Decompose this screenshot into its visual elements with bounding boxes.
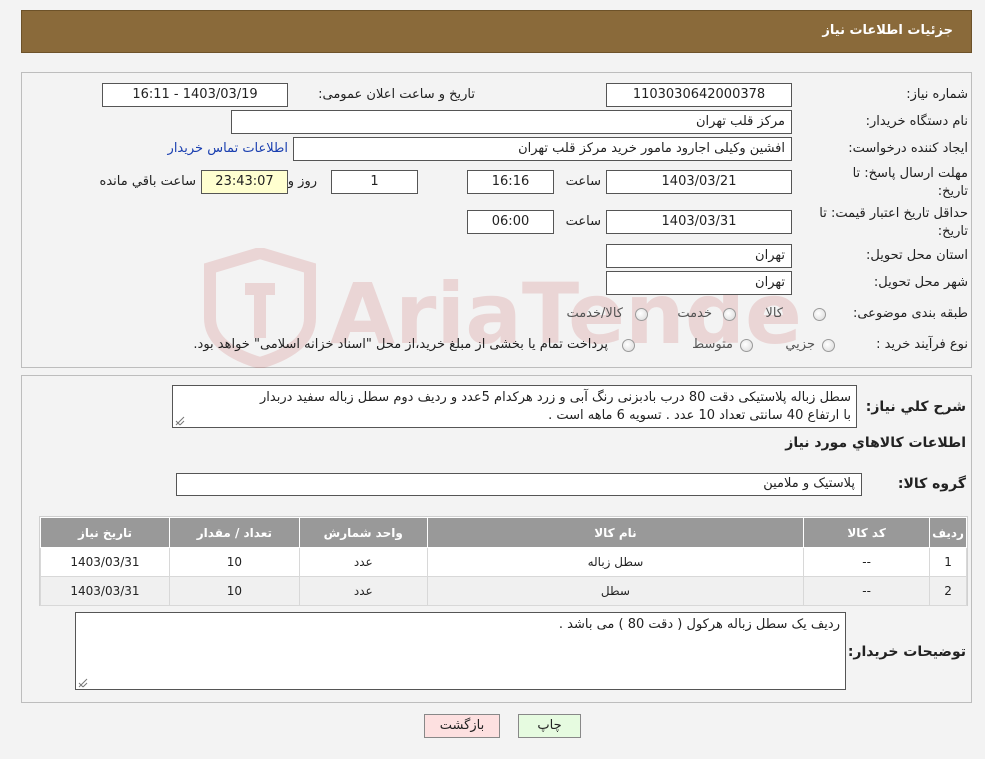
cell-date: 1403/03/31 [40,576,170,606]
validity-time-field: 06:00 [467,210,554,234]
buyer-contact-link[interactable]: اطلاعات تماس خریدار [168,141,288,156]
items-table-wrapper: ردیف کد کالا نام کالا واحد شمارش تعداد /… [39,516,968,606]
category-label: طبقه بندی موضوعی: [852,306,968,321]
cell-date: 1403/03/31 [40,547,170,577]
process-minor-label: جزیي [785,337,815,352]
announce-label: تاریخ و ساعت اعلان عمومی: [318,87,475,102]
cell-unit: عدد [298,547,428,577]
category-service-label: خدمت [677,306,712,321]
deadline-date-field: 1403/03/21 [606,170,792,194]
cell-unit: عدد [298,576,428,606]
col-row: ردیف [929,517,967,548]
deadline-label: مهلت ارسال پاسخ: تا [852,166,968,181]
category-goods-radio[interactable] [813,308,826,321]
category-goods-label: کالا [765,306,783,321]
buyer-org-field: مرکز قلب تهران [231,110,792,134]
category-service-radio[interactable] [723,308,736,321]
resize-handle-icon[interactable] [78,678,88,688]
validity-label-date: تاریخ: [937,224,968,239]
cell-name: سطل [426,576,805,606]
need-number-label: شماره نیاز: [906,87,968,102]
deadline-time-field: 16:16 [467,170,554,194]
province-label: استان محل تحویل: [866,248,968,263]
validity-time-label: ساعت [565,214,601,229]
category-goods-service-radio[interactable] [635,308,648,321]
page-header: جزئیات اطلاعات نیاز [21,10,972,53]
buyer-org-label: نام دستگاه خریدار: [865,114,968,129]
city-label: شهر محل تحویل: [873,275,968,290]
resize-handle-icon[interactable] [175,416,185,426]
process-medium-label: متوسط [692,337,733,352]
process-medium-radio[interactable] [740,339,753,352]
remaining-time-field: 23:43:07 [201,170,288,194]
cell-name: سطل زباله [426,547,805,577]
validity-date-field: 1403/03/31 [606,210,792,234]
days-field: 1 [331,170,418,194]
deadline-label-date: تاریخ: [937,184,968,199]
need-summary-line-1: سطل زباله پلاستیکی دقت 80 درب بادبزنی رن… [260,390,851,405]
goods-group-field: پلاستیک و ملامین [176,473,862,496]
cell-qty: 10 [168,576,300,606]
process-treasury-checkbox[interactable] [622,339,635,352]
process-treasury-note: پرداخت تمام یا بخشی از مبلغ خرید،از محل … [193,337,608,352]
creator-field: افشین وکیلی اجارود مامور خرید مرکز قلب ت… [293,137,792,161]
cell-row: 2 [929,576,967,606]
province-field: تهران [606,244,792,268]
process-label: نوع فرآیند خرید : [876,337,968,352]
need-summary-box: سطل زباله پلاستیکی دقت 80 درب بادبزنی رن… [172,385,857,428]
cell-code: -- [803,547,931,577]
deadline-time-label: ساعت [565,174,601,189]
category-goods-service-label: کالا/خدمت [566,306,623,321]
col-qty: تعداد / مقدار [168,517,300,548]
items-heading: اطلاعات کالاهاي مورد نیاز [785,435,966,451]
need-number-field: 1103030642000378 [606,83,792,107]
buyer-notes-label: توضیحات خریدار: [847,644,966,660]
buyer-notes-text: ردیف یک سطل زباله هرکول ( دقت 80 ) می با… [558,617,840,632]
items-table-header: ردیف کد کالا نام کالا واحد شمارش تعداد /… [40,517,967,548]
cell-row: 1 [929,547,967,577]
col-date: تاریخ نیاز [40,517,170,548]
table-row: 1 -- سطل زباله عدد 10 1403/03/31 [40,547,967,577]
col-unit: واحد شمارش [298,517,428,548]
process-minor-radio[interactable] [822,339,835,352]
buyer-notes-box: ردیف یک سطل زباله هرکول ( دقت 80 ) می با… [75,612,846,690]
remaining-label: ساعت باقي مانده [99,174,196,189]
cell-code: -- [803,576,931,606]
back-button[interactable]: بازگشت [424,714,500,738]
city-field: تهران [606,271,792,295]
validity-label: حداقل تاریخ اعتبار قیمت: تا [819,206,968,221]
goods-group-label: گروه کالا: [897,476,966,492]
need-summary-label: شرح کلي نیاز: [865,399,966,415]
cell-qty: 10 [168,547,300,577]
days-label: روز و [287,174,317,189]
print-button[interactable]: چاپ [518,714,581,738]
need-summary-line-2: با ارتفاع 40 سانتی تعداد 10 عدد . تسویه … [548,408,851,423]
col-name: نام کالا [426,517,805,548]
creator-label: ایجاد کننده درخواست: [848,141,968,156]
col-code: کد کالا [803,517,931,548]
announce-field: 1403/03/19 - 16:11 [102,83,288,107]
items-table: ردیف کد کالا نام کالا واحد شمارش تعداد /… [40,517,967,606]
table-row: 2 -- سطل عدد 10 1403/03/31 [40,576,967,606]
page-title: جزئیات اطلاعات نیاز [822,23,953,38]
